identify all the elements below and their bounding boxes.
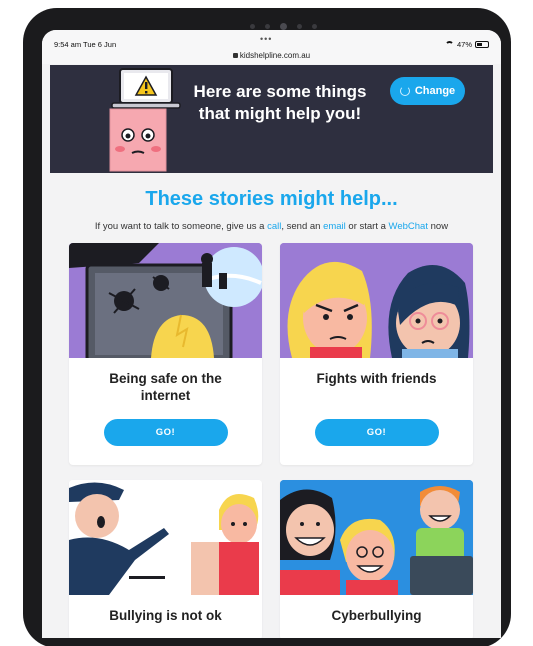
subtitle-text: or start a xyxy=(345,221,389,232)
section-subtitle: If you want to talk to someone, give us … xyxy=(42,221,501,232)
bullying-scene-illustration xyxy=(69,480,262,595)
wifi-icon xyxy=(444,41,454,48)
card-title: Bullying is not ok xyxy=(109,608,222,623)
address-url: kidshelpline.com.au xyxy=(239,51,311,60)
subtitle-text: , send an xyxy=(281,221,324,232)
webchat-link[interactable]: WebChat xyxy=(389,221,428,232)
browser-screen: 9:54 am Tue 6 Jun ••• kidshelpline.com.a… xyxy=(42,30,501,638)
hero-title: Here are some things that might help you… xyxy=(193,82,367,123)
email-link[interactable]: email xyxy=(323,221,346,232)
sensor-dot xyxy=(264,23,270,29)
virus-computer-illustration xyxy=(69,243,262,358)
story-card-friends[interactable]: Fights with friends GO! xyxy=(280,243,473,465)
go-button[interactable]: GO! xyxy=(103,419,228,446)
multitasking-dots-icon[interactable]: ••• xyxy=(260,34,272,44)
lock-icon xyxy=(232,53,238,58)
cyberbullying-illustration xyxy=(280,480,473,595)
battery-icon xyxy=(475,41,489,48)
internet-safety-illustration xyxy=(69,243,262,358)
bullying-illustration xyxy=(69,480,262,595)
change-button[interactable]: Change xyxy=(390,77,465,105)
status-bar: 9:54 am Tue 6 Jun ••• kidshelpline.com.a… xyxy=(42,30,501,64)
friends-fight-illustration xyxy=(280,243,473,358)
status-time: 9:54 am Tue 6 Jun xyxy=(54,40,117,49)
hero-banner: Here are some things that might help you… xyxy=(50,65,493,173)
battery-percent: 47% xyxy=(456,40,472,49)
subtitle-text: now xyxy=(427,221,449,232)
call-link[interactable]: call xyxy=(267,221,281,232)
camera-icon xyxy=(279,22,287,30)
story-card-cyberbullying[interactable]: Cyberbullying xyxy=(280,480,473,638)
sensor-dot xyxy=(249,23,255,29)
sad-face-character xyxy=(109,108,167,172)
sensor-dot xyxy=(311,23,317,29)
card-title: Cyberbullying xyxy=(331,608,422,623)
camera-bar xyxy=(248,22,318,30)
change-button-label: Change xyxy=(414,85,456,97)
story-card-bullying[interactable]: Bullying is not ok xyxy=(69,480,262,638)
story-card-internet[interactable]: Being safe on the internet GO! xyxy=(69,243,262,465)
laughing-kids-illustration xyxy=(280,480,473,595)
address-bar[interactable]: kidshelpline.com.au xyxy=(42,51,501,60)
go-button[interactable]: GO! xyxy=(314,419,439,446)
status-indicators: 47% xyxy=(444,40,489,49)
section-title: These stories might help... xyxy=(145,188,398,210)
card-title: Being safe on the internet xyxy=(109,371,222,403)
sensor-dot xyxy=(296,23,302,29)
arguing-friends-illustration xyxy=(280,243,473,358)
subtitle-text: If you want to talk to someone, give us … xyxy=(94,221,268,232)
card-title: Fights with friends xyxy=(316,371,437,386)
refresh-icon xyxy=(399,86,410,96)
